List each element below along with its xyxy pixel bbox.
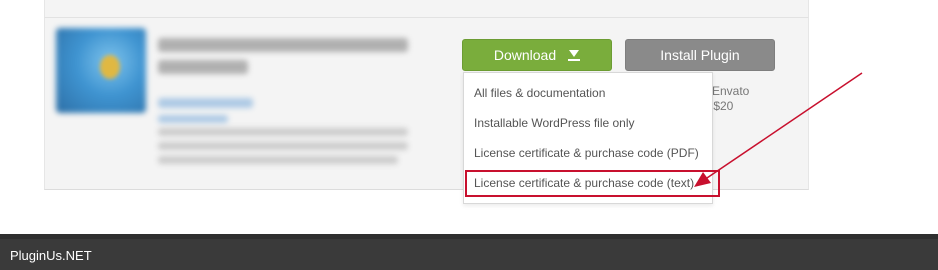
previous-item-card xyxy=(44,0,809,18)
menu-item-all-files[interactable]: All files & documentation xyxy=(474,86,605,100)
blurred-desc-line-2 xyxy=(158,142,408,150)
screen: Download Install Plugin Envato r $20 All… xyxy=(0,0,938,270)
thumbnail-detail xyxy=(100,55,120,79)
blurred-link[interactable] xyxy=(158,98,253,108)
footer-brand: PluginUs.NET xyxy=(10,248,92,263)
blurred-title-line-2 xyxy=(158,60,248,74)
blurred-desc-line-1 xyxy=(158,128,408,136)
download-caret-icon xyxy=(568,49,581,61)
menu-item-installable-file[interactable]: Installable WordPress file only xyxy=(474,116,635,130)
menu-item-license-pdf[interactable]: License certificate & purchase code (PDF… xyxy=(474,146,699,160)
blurred-link-2[interactable] xyxy=(158,115,228,123)
download-button[interactable]: Download xyxy=(462,39,612,71)
footer-bar xyxy=(0,234,938,270)
blurred-title-line-1 xyxy=(158,38,408,52)
blurred-desc-line-3 xyxy=(158,156,398,164)
download-label: Download xyxy=(493,47,557,63)
install-plugin-button[interactable]: Install Plugin xyxy=(625,39,775,71)
license-text-line-1: Envato xyxy=(712,84,750,98)
highlight-box xyxy=(465,170,720,197)
footer-top-stripe xyxy=(0,234,938,239)
install-label: Install Plugin xyxy=(660,47,740,63)
